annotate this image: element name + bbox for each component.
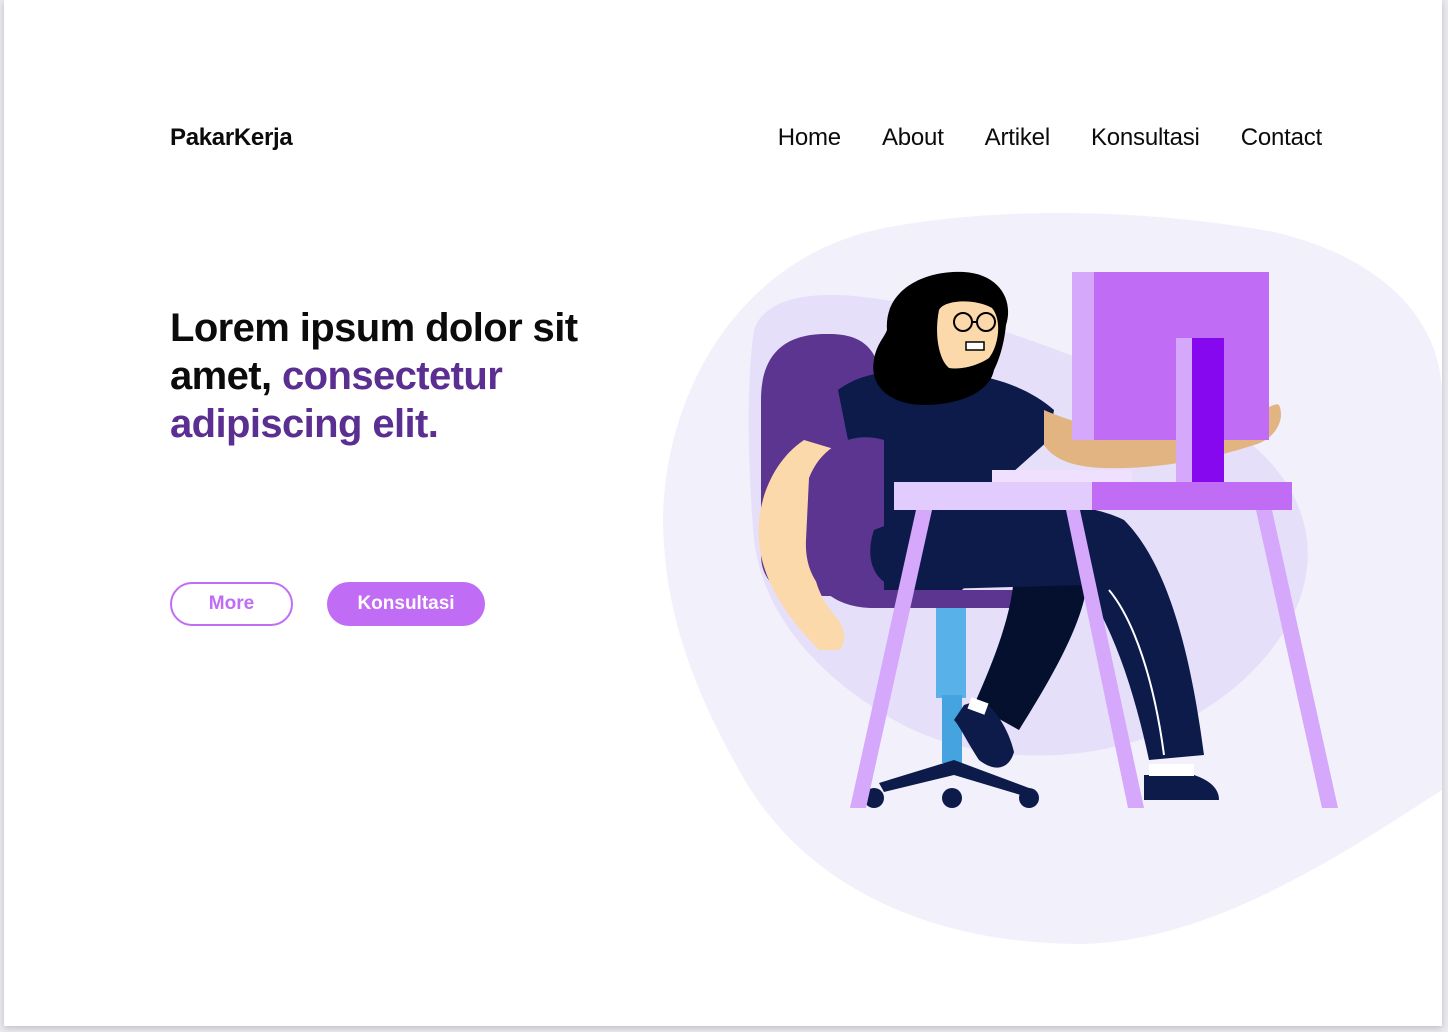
page-frame: PakarKerja Home About Artikel Konsultasi… bbox=[4, 0, 1442, 1026]
chair-wheel bbox=[942, 788, 962, 808]
hero-illustration bbox=[663, 212, 1442, 945]
monitor-screen-side bbox=[1072, 272, 1094, 440]
desk-top bbox=[1092, 482, 1292, 510]
desk-top-light bbox=[894, 482, 1092, 510]
monitor-stand bbox=[1192, 338, 1224, 483]
chair-stem-lower bbox=[942, 695, 962, 763]
monitor-stand-light bbox=[1176, 338, 1192, 483]
chair-wheel bbox=[1019, 788, 1039, 808]
keyboard bbox=[992, 470, 1132, 482]
sock-front bbox=[1149, 764, 1194, 776]
chair-stem bbox=[936, 598, 966, 698]
mouth bbox=[965, 341, 985, 351]
